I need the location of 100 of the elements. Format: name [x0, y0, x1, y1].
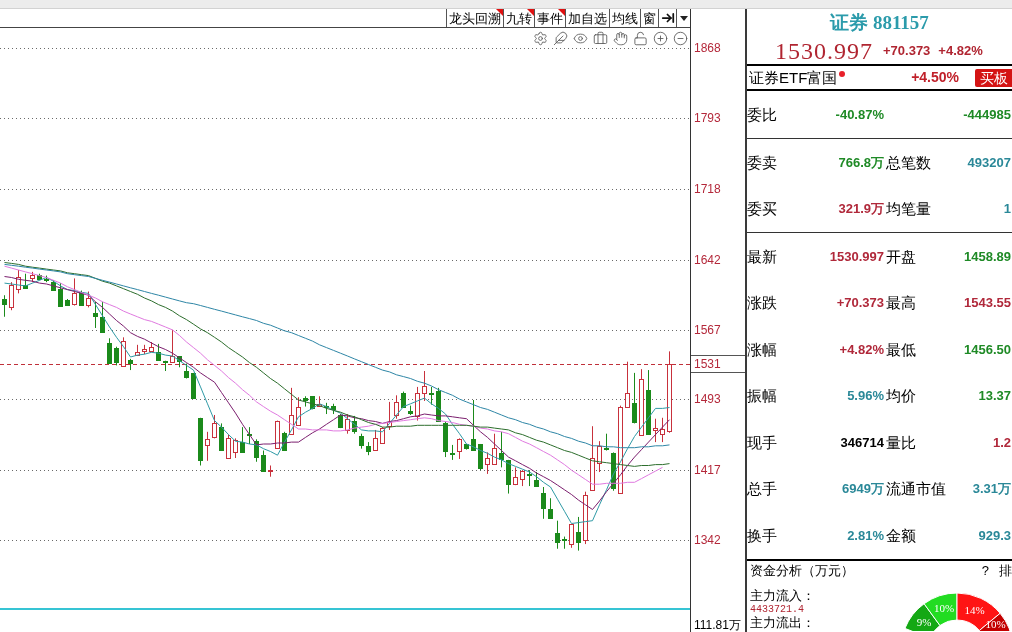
quote-label: 开盘	[886, 248, 916, 264]
candlestick	[408, 405, 413, 416]
segment-label: 10%	[934, 601, 955, 614]
candlestick	[443, 421, 448, 458]
quote-label: 委买	[747, 201, 778, 217]
candlestick	[128, 358, 133, 371]
buy-sector-button[interactable]: 买板	[975, 68, 1012, 87]
candlestick	[457, 437, 462, 460]
inflow-value: 4433721.4	[750, 602, 805, 616]
candlestick	[464, 443, 469, 451]
quote-value: 321.9万	[837, 202, 884, 216]
quote-label: 均笔量	[886, 201, 931, 217]
quote-label: 涨幅	[747, 341, 778, 357]
quote-value: 346714	[839, 435, 884, 449]
candlestick	[310, 395, 315, 410]
candlestick	[247, 426, 252, 445]
candlestick	[436, 387, 441, 422]
dropdown-button[interactable]	[676, 9, 690, 27]
toolbar-tab[interactable]: 加自选	[565, 9, 609, 27]
price-marker-label: 1531	[691, 354, 745, 373]
candlestick	[485, 451, 490, 475]
candlestick	[233, 437, 238, 459]
minus-circle-icon[interactable]	[673, 31, 688, 46]
quote-value: 5.96%	[846, 389, 884, 403]
segment-label: 9%	[916, 615, 932, 628]
quote-label: 最高	[886, 295, 916, 311]
quote-label: 现手	[747, 434, 778, 450]
candlestick	[142, 344, 147, 355]
candlestick	[226, 434, 231, 459]
quote-value: 2.81%	[846, 528, 884, 542]
briefcase-icon[interactable]	[593, 31, 608, 46]
candlestick	[261, 450, 266, 472]
feather-icon[interactable]	[553, 31, 568, 46]
candlestick	[51, 279, 56, 292]
candlestick	[205, 431, 210, 462]
lock-icon[interactable]	[633, 31, 648, 46]
candlestick	[660, 417, 665, 443]
candlestick	[170, 329, 175, 363]
candlestick	[373, 429, 378, 451]
candlestick	[23, 273, 28, 289]
settings-icon[interactable]	[533, 31, 548, 46]
inflow-label: 主力流入：	[750, 587, 815, 603]
quote-value: -40.87%	[834, 108, 884, 121]
candlestick	[366, 441, 371, 456]
help-link[interactable]: ?	[981, 564, 989, 577]
eye-icon[interactable]	[573, 31, 588, 46]
candlestick	[114, 346, 119, 366]
candlestick	[471, 399, 476, 451]
candlestick	[100, 301, 105, 333]
quote-value: 493207	[967, 155, 1012, 169]
candlestick	[86, 291, 91, 308]
candlestick	[534, 471, 539, 488]
candlestick	[198, 417, 203, 466]
candlestick	[576, 516, 581, 552]
candlestick	[163, 360, 168, 372]
candlestick	[156, 343, 161, 361]
candlestick	[380, 426, 385, 444]
candlestick	[646, 369, 651, 436]
candlestick	[597, 440, 602, 473]
candlestick	[555, 520, 560, 550]
toolbar-tab[interactable]: 窗	[640, 9, 658, 27]
candlestick	[268, 465, 273, 478]
candlestick	[254, 438, 259, 463]
toolbar-tab[interactable]: 事件	[534, 9, 565, 27]
quote-value: 1	[1003, 202, 1012, 216]
candlestick	[450, 444, 455, 461]
collapse-panel-button[interactable]	[658, 9, 676, 27]
quote-label: 流通市值	[886, 481, 946, 497]
quote-label: 涨跌	[747, 295, 778, 311]
candlestick	[513, 466, 518, 486]
quote-label: 最新	[747, 248, 778, 264]
caret-down-icon	[679, 15, 688, 21]
quote-value: 1543.55	[964, 296, 1012, 310]
etf-change: +4.50%	[911, 68, 959, 87]
sort-link[interactable]: 排	[999, 564, 1012, 577]
toolbar-tab[interactable]: 九转	[503, 9, 534, 27]
y-axis-label: 1793	[694, 111, 721, 126]
quote-label: 换手	[747, 527, 778, 543]
candlestick	[44, 275, 49, 283]
quote-value: 1458.89	[964, 249, 1012, 263]
candlestick	[149, 341, 154, 353]
y-axis-label: 1642	[694, 252, 721, 267]
candlestick	[653, 418, 658, 443]
candlestick	[65, 298, 70, 307]
candlestick	[478, 443, 483, 471]
toolbar-tab[interactable]: 龙头回溯	[446, 9, 503, 27]
quote-label: 总笔数	[886, 154, 931, 170]
candlestick	[562, 536, 567, 550]
candlestick	[352, 415, 357, 435]
arrow-to-line-icon	[660, 11, 675, 25]
candlestick	[415, 386, 420, 422]
candlestick	[590, 425, 595, 491]
etf-name[interactable]: 证券ETF富国	[749, 70, 838, 85]
candlestick	[541, 486, 546, 520]
toolbar-tab[interactable]: 均线	[609, 9, 640, 27]
plus-circle-icon[interactable]	[653, 31, 668, 46]
percent-change: +4.82%	[938, 42, 983, 61]
outflow-label: 主力流出：	[750, 615, 815, 630]
hand-icon[interactable]	[613, 31, 628, 46]
candlestick	[387, 401, 392, 431]
